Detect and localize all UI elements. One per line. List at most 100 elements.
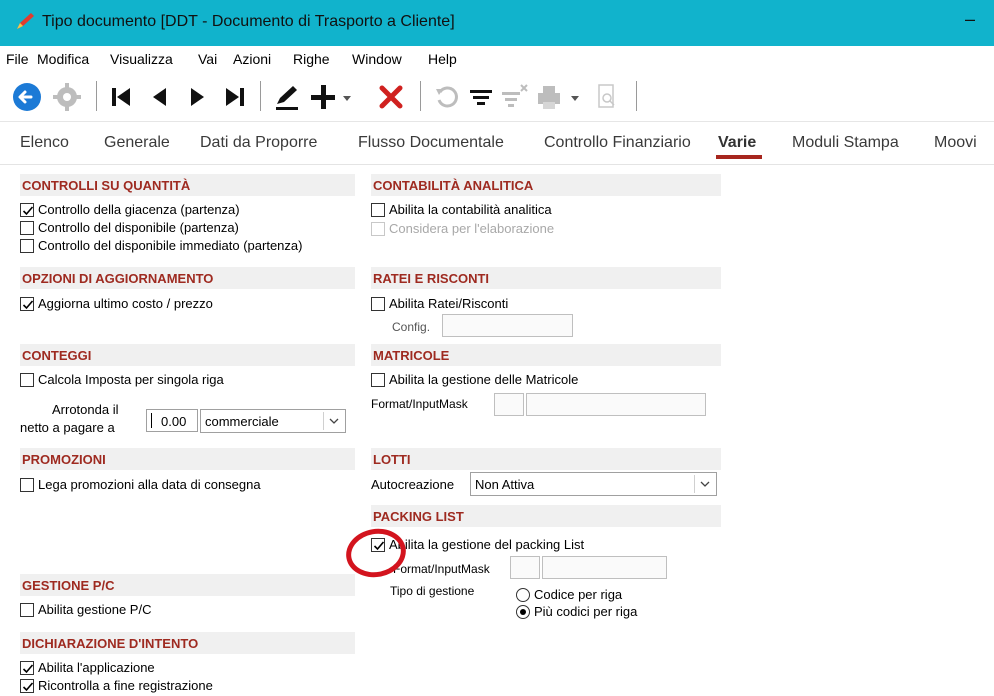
check-icon <box>22 664 34 674</box>
checkbox[interactable] <box>20 603 34 617</box>
pencil-icon <box>17 13 34 29</box>
previous-record-icon <box>153 88 166 106</box>
section-dichiarazione-intento: DICHIARAZIONE D'INTENTO <box>20 632 355 654</box>
tab-flusso-documentale[interactable]: Flusso Documentale <box>358 134 504 152</box>
gear-icon <box>53 83 81 111</box>
checkbox-disabled <box>371 222 385 236</box>
section-opzioni-aggiornamento: OPZIONI DI AGGIORNAMENTO <box>20 267 355 289</box>
tab-varie[interactable]: Varie <box>718 134 756 152</box>
minimize-button[interactable]: – <box>960 10 980 30</box>
filter-icon <box>470 90 492 105</box>
print-button[interactable] <box>532 80 566 114</box>
checkbox-label: Abilita l'applicazione <box>38 660 155 675</box>
menu-window[interactable]: Window <box>352 51 402 67</box>
checkbox-label: Abilita la gestione del packing List <box>389 537 585 552</box>
tipo-gestione-label: Tipo di gestione <box>390 584 475 598</box>
checkbox[interactable] <box>371 297 385 311</box>
tab-generale[interactable]: Generale <box>104 134 170 152</box>
round-value-field[interactable]: 0.00 <box>146 409 198 432</box>
preview-icon <box>598 84 615 108</box>
tab-moovi[interactable]: Moovi <box>934 134 977 152</box>
refresh-icon <box>436 86 458 108</box>
filter-button[interactable] <box>464 80 498 114</box>
print-dropdown-button[interactable] <box>566 80 584 114</box>
first-record-icon <box>112 88 130 106</box>
preview-button[interactable] <box>590 80 624 114</box>
chevron-down-icon[interactable] <box>323 412 343 430</box>
arrotonda-label-1: Arrotonda il <box>52 402 119 417</box>
checkbox[interactable] <box>20 679 34 693</box>
tab-dati-da-proporre[interactable]: Dati da Proporre <box>200 134 317 152</box>
matricole-mask-field-2[interactable] <box>526 393 706 416</box>
clear-filter-icon <box>502 84 528 107</box>
checkbox[interactable] <box>20 239 34 253</box>
checkbox-label: Controllo del disponibile immediato (par… <box>38 238 303 253</box>
checkbox-label: Abilita la contabilità analitica <box>389 202 552 217</box>
arrotonda-label-2: netto a pagare a <box>20 420 115 435</box>
next-record-icon <box>191 88 204 106</box>
back-button[interactable] <box>10 80 44 114</box>
radio-selected-dot <box>520 609 526 615</box>
tab-bar: Elenco Generale Dati da Proporre Flusso … <box>0 121 994 165</box>
print-icon <box>538 86 560 109</box>
window-title: Tipo documento [DDT - Documento di Trasp… <box>42 13 455 30</box>
checkbox-label: Lega promozioni alla data di consegna <box>38 477 261 492</box>
menu-vai[interactable]: Vai <box>198 51 217 67</box>
checkbox-label: Abilita gestione P/C <box>38 602 152 617</box>
next-record-button[interactable] <box>180 80 214 114</box>
menu-righe[interactable]: Righe <box>293 51 330 67</box>
app-window: Tipo documento [DDT - Documento di Trasp… <box>0 0 994 696</box>
tab-moduli-stampa[interactable]: Moduli Stampa <box>792 134 899 152</box>
menu-file[interactable]: File <box>6 51 29 67</box>
text-cursor <box>151 413 152 428</box>
last-record-icon <box>226 88 244 106</box>
menu-visualizza[interactable]: Visualizza <box>110 51 173 67</box>
checkbox[interactable] <box>20 203 34 217</box>
section-conteggi: CONTEGGI <box>20 344 355 366</box>
add-dropdown-button[interactable] <box>338 80 356 114</box>
clear-filter-button[interactable] <box>498 80 532 114</box>
matricole-mask-label: Format/InputMask <box>371 397 468 411</box>
checkbox[interactable] <box>20 661 34 675</box>
config-field[interactable] <box>442 314 573 337</box>
radio-button[interactable] <box>516 588 530 602</box>
radio-label: Più codici per riga <box>534 604 638 619</box>
checkbox[interactable] <box>371 203 385 217</box>
config-label: Config. <box>392 320 431 334</box>
toolbar <box>0 73 994 119</box>
tab-controllo-finanziario[interactable]: Controllo Finanziario <box>544 134 691 152</box>
checkbox[interactable] <box>20 297 34 311</box>
menu-modifica[interactable]: Modifica <box>37 51 89 67</box>
section-promozioni: PROMOZIONI <box>20 448 355 470</box>
packing-mask-field-2[interactable] <box>542 556 667 579</box>
tab-elenco[interactable]: Elenco <box>20 134 69 152</box>
checkbox[interactable] <box>20 478 34 492</box>
packing-mask-field-1[interactable] <box>510 556 540 579</box>
edit-button[interactable] <box>270 80 304 114</box>
checkbox[interactable] <box>20 221 34 235</box>
check-icon <box>22 300 34 310</box>
chevron-down-icon[interactable] <box>694 475 714 493</box>
matricole-mask-field-1[interactable] <box>494 393 524 416</box>
menu-help[interactable]: Help <box>428 51 457 67</box>
last-record-button[interactable] <box>218 80 252 114</box>
previous-record-button[interactable] <box>142 80 176 114</box>
add-icon <box>311 85 335 109</box>
checkbox-label: Abilita la gestione delle Matricole <box>389 372 579 387</box>
menu-azioni[interactable]: Azioni <box>233 51 271 67</box>
first-record-button[interactable] <box>104 80 138 114</box>
section-gestione-pc: GESTIONE P/C <box>20 574 355 596</box>
add-button[interactable] <box>306 80 340 114</box>
check-icon <box>22 682 34 692</box>
refresh-button[interactable] <box>430 80 464 114</box>
checkbox-label: Calcola Imposta per singola riga <box>38 372 224 387</box>
settings-button[interactable] <box>50 80 84 114</box>
round-mode-select[interactable]: commerciale <box>200 409 346 433</box>
checkbox[interactable] <box>20 373 34 387</box>
active-tab-indicator <box>716 155 762 159</box>
checkbox-label: Ricontrolla a fine registrazione <box>38 678 213 693</box>
checkbox[interactable] <box>371 373 385 387</box>
radio-button[interactable] <box>516 605 530 619</box>
delete-button[interactable] <box>374 80 408 114</box>
autocreazione-select[interactable]: Non Attiva <box>470 472 717 496</box>
